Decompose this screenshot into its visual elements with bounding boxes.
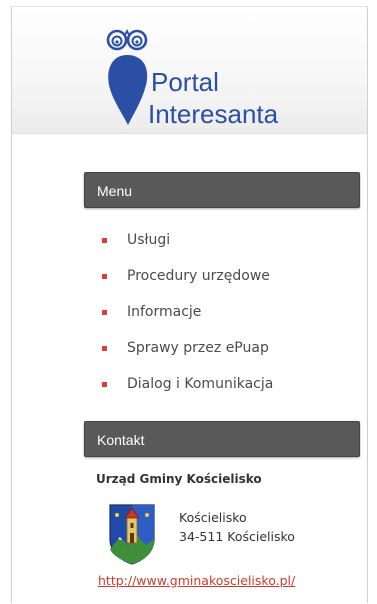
page-frame: Portal Interesanta Menu Usługi Procedury… xyxy=(11,6,368,603)
portal-logo[interactable]: Portal Interesanta xyxy=(106,29,286,127)
square-bullet-icon xyxy=(102,346,107,351)
menu-item-label: Dialog i Komunikacja xyxy=(127,376,274,392)
coat-of-arms-icon xyxy=(109,504,155,565)
logo-text-line1: Portal xyxy=(151,67,219,97)
menu-item-label: Usługi xyxy=(127,232,171,248)
menu-item-label: Procedury urzędowe xyxy=(127,268,270,284)
menu-item-informacje[interactable]: Informacje xyxy=(102,294,273,330)
contact-panel-title: Kontakt xyxy=(84,421,360,457)
menu-item-epuap[interactable]: Sprawy przez ePuap xyxy=(102,330,273,366)
website-link[interactable]: http://www.gminakoscielisko.pl/ xyxy=(98,573,295,588)
address-line1: Kościelisko xyxy=(179,510,247,525)
square-bullet-icon xyxy=(102,238,107,243)
square-bullet-icon xyxy=(102,310,107,315)
site-header: Portal Interesanta xyxy=(12,7,367,134)
menu-panel-title: Menu xyxy=(84,172,360,208)
main-menu: Usługi Procedury urzędowe Informacje Spr… xyxy=(102,222,273,402)
menu-item-label: Informacje xyxy=(127,304,202,320)
menu-item-procedury[interactable]: Procedury urzędowe xyxy=(102,258,273,294)
office-name: Urząd Gminy Kościelisko xyxy=(96,472,262,486)
menu-item-label: Sprawy przez ePuap xyxy=(127,340,269,356)
address-line2: 34-511 Kościelisko xyxy=(179,529,295,544)
square-bullet-icon xyxy=(102,274,107,279)
menu-item-dialog[interactable]: Dialog i Komunikacja xyxy=(102,366,273,402)
square-bullet-icon xyxy=(102,382,107,387)
menu-item-uslugi[interactable]: Usługi xyxy=(102,222,273,258)
logo-text-line2: Interesanta xyxy=(148,99,279,129)
